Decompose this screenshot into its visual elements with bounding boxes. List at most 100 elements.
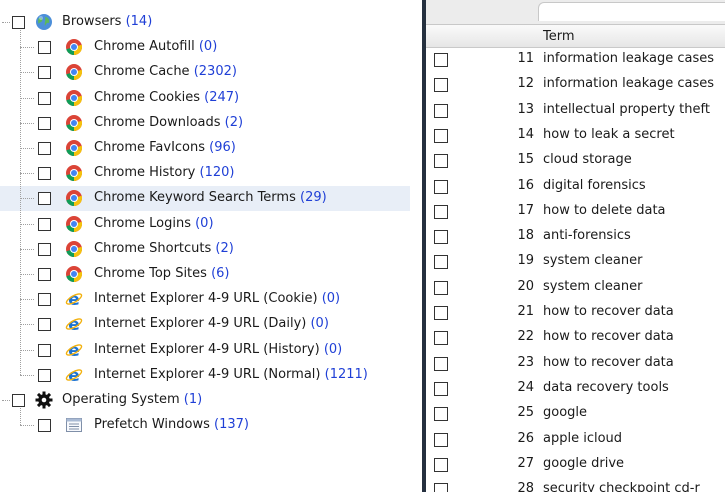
- tree-item-label: Chrome FavIcons (96): [94, 139, 236, 157]
- tree-item-count: (0): [321, 291, 341, 306]
- tree-item[interactable]: Chrome FavIcons (96): [0, 136, 410, 161]
- item-checkbox[interactable]: [38, 243, 51, 256]
- tree-item-label: Prefetch Windows (137): [94, 416, 249, 434]
- table-row[interactable]: 22 how to recover data: [426, 327, 725, 352]
- table-row[interactable]: 23 how to recover data: [426, 353, 725, 378]
- item-checkbox[interactable]: [38, 218, 51, 231]
- table-row[interactable]: 19 system cleaner: [426, 251, 725, 276]
- tree-item[interactable]: Chrome Keyword Search Terms (29): [0, 186, 410, 211]
- item-checkbox[interactable]: [38, 293, 51, 306]
- item-checkbox[interactable]: [38, 268, 51, 281]
- row-checkbox[interactable]: [434, 180, 448, 194]
- row-checkbox[interactable]: [434, 129, 448, 143]
- item-checkbox[interactable]: [38, 41, 51, 54]
- tree-item[interactable]: e Internet Explorer 4-9 URL (Cookie) (0): [0, 287, 410, 312]
- item-checkbox[interactable]: [38, 92, 51, 105]
- tree-item[interactable]: e Internet Explorer 4-9 URL (History) (0): [0, 338, 410, 363]
- ie-icon: e: [65, 366, 83, 386]
- panel-tab[interactable]: [538, 2, 725, 21]
- table-row[interactable]: 13 intellectual property theft: [426, 100, 725, 125]
- item-checkbox[interactable]: [38, 142, 51, 155]
- tree-item-count: (2): [224, 115, 244, 130]
- row-checkbox[interactable]: [434, 483, 448, 492]
- row-checkbox[interactable]: [434, 382, 448, 396]
- tree-item[interactable]: Chrome Logins (0): [0, 212, 410, 237]
- row-checkbox[interactable]: [434, 255, 448, 269]
- tree-item-label: Chrome Cookies (247): [94, 89, 239, 107]
- row-checkbox[interactable]: [434, 104, 448, 118]
- item-checkbox[interactable]: [38, 369, 51, 382]
- column-header-term[interactable]: Term: [543, 29, 575, 45]
- tree-group-0[interactable]: Browsers (14): [0, 10, 410, 35]
- tree-item-label: Chrome Cache (2302): [94, 63, 237, 81]
- tree-connector: [20, 173, 34, 174]
- tree-item[interactable]: Chrome Cache (2302): [0, 60, 410, 85]
- table-row[interactable]: 18 anti-forensics: [426, 226, 725, 251]
- tree-item[interactable]: e Internet Explorer 4-9 URL (Daily) (0): [0, 312, 410, 337]
- item-checkbox[interactable]: [38, 344, 51, 357]
- table-row[interactable]: 14 how to leak a secret: [426, 125, 725, 150]
- list-icon: [65, 416, 83, 434]
- tree-item-count: (29): [300, 190, 327, 205]
- table-row[interactable]: 15 cloud storage: [426, 150, 725, 175]
- table-row[interactable]: 20 system cleaner: [426, 277, 725, 302]
- tree-item-name: Internet Explorer 4-9 URL (Daily): [94, 316, 307, 331]
- table-row[interactable]: 12 information leakage cases: [426, 74, 725, 99]
- row-checkbox[interactable]: [434, 458, 448, 472]
- item-checkbox[interactable]: [38, 66, 51, 79]
- item-checkbox[interactable]: [38, 318, 51, 331]
- row-checkbox[interactable]: [434, 331, 448, 345]
- svg-text:e: e: [68, 315, 80, 333]
- tree-item[interactable]: e Internet Explorer 4-9 URL (Normal) (121…: [0, 363, 410, 388]
- row-checkbox[interactable]: [434, 433, 448, 447]
- ie-icon: e: [65, 315, 83, 335]
- row-term: anti-forensics: [543, 228, 631, 243]
- tree-item-label: Internet Explorer 4-9 URL (Daily) (0): [94, 315, 329, 333]
- row-checkbox[interactable]: [434, 407, 448, 421]
- tree-item[interactable]: Chrome Autofill (0): [0, 35, 410, 60]
- row-checkbox[interactable]: [434, 357, 448, 371]
- tree-item[interactable]: Chrome Top Sites (6): [0, 262, 410, 287]
- item-checkbox[interactable]: [38, 419, 51, 432]
- table-row[interactable]: 26 apple icloud: [426, 429, 725, 454]
- table-row[interactable]: 16 digital forensics: [426, 176, 725, 201]
- row-number: 13: [517, 102, 534, 117]
- table-row[interactable]: 11 information leakage cases: [426, 49, 725, 74]
- row-checkbox[interactable]: [434, 205, 448, 219]
- table-row[interactable]: 17 how to delete data: [426, 201, 725, 226]
- table-row[interactable]: 28 security checkpoint cd-r: [426, 479, 725, 492]
- table-row[interactable]: 25 google: [426, 403, 725, 428]
- row-term: apple icloud: [543, 431, 623, 446]
- tree-item-name: Chrome Shortcuts: [94, 241, 212, 256]
- row-checkbox[interactable]: [434, 78, 448, 92]
- tree-item[interactable]: Chrome History (120): [0, 161, 410, 186]
- tree-connector: [20, 324, 34, 325]
- table-row[interactable]: 24 data recovery tools: [426, 378, 725, 403]
- tree-group-1[interactable]: Operating System (1): [0, 388, 410, 413]
- tree-item-name: Chrome Downloads: [94, 115, 221, 130]
- row-checkbox[interactable]: [434, 306, 448, 320]
- tree-item-count: (1): [183, 392, 203, 407]
- row-checkbox[interactable]: [434, 53, 448, 67]
- tree-connector: [20, 47, 34, 48]
- row-checkbox[interactable]: [434, 154, 448, 168]
- globe-icon: [35, 13, 53, 31]
- tree-item-name: Operating System: [62, 392, 180, 407]
- chrome-icon: [65, 164, 83, 182]
- tree-item[interactable]: Prefetch Windows (137): [0, 413, 410, 438]
- row-checkbox[interactable]: [434, 230, 448, 244]
- item-checkbox[interactable]: [38, 117, 51, 130]
- table-row[interactable]: 27 google drive: [426, 454, 725, 479]
- tree-item-name: Chrome Top Sites: [94, 266, 207, 281]
- tree-item[interactable]: Chrome Downloads (2): [0, 111, 410, 136]
- group-checkbox[interactable]: [12, 394, 25, 407]
- item-checkbox[interactable]: [38, 167, 51, 180]
- group-checkbox[interactable]: [12, 16, 25, 29]
- table-row[interactable]: 21 how to recover data: [426, 302, 725, 327]
- tree-item[interactable]: Chrome Cookies (247): [0, 86, 410, 111]
- row-checkbox[interactable]: [434, 281, 448, 295]
- tree-item-count: (120): [199, 165, 235, 180]
- tree-item[interactable]: Chrome Shortcuts (2): [0, 237, 410, 262]
- tree-item-name: Chrome Cache: [94, 64, 190, 79]
- item-checkbox[interactable]: [38, 192, 51, 205]
